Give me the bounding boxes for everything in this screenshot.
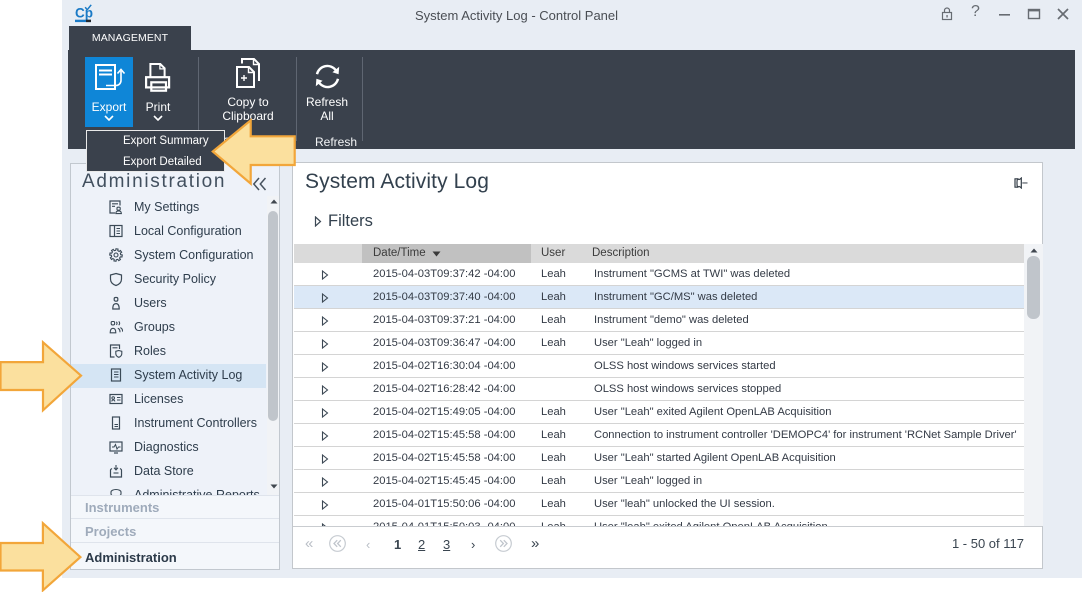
svg-text:Cp: Cp: [75, 6, 93, 21]
